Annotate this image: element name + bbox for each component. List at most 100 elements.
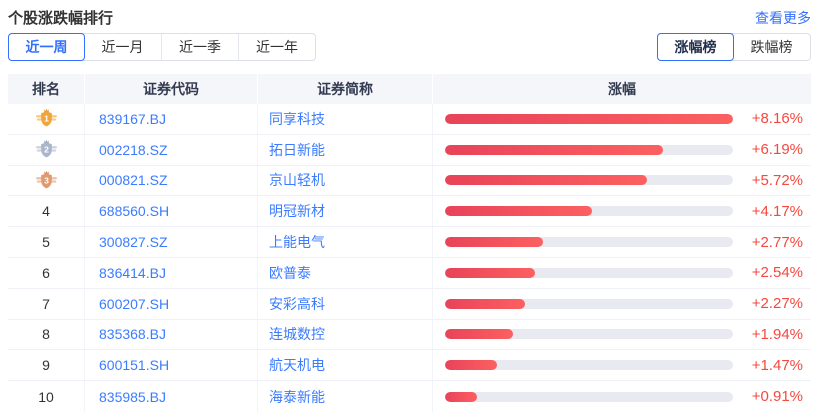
stock-code-link[interactable]: 002218.SZ [85,134,258,165]
ranking-table: 排名 证券代码 证券简称 涨幅 1 839167.BJ 同享科技 +8.16% … [8,74,811,412]
table-row[interactable]: 8 835368.BJ 连城数控 +1.94% [8,319,811,351]
rank-cell: 6 [8,257,85,288]
change-bar [445,267,535,278]
rank-cell: 4 [8,196,85,227]
change-cell: +2.77% [433,227,811,257]
stock-name-link[interactable]: 连城数控 [258,319,433,350]
stock-ranking-widget: 个股涨跌幅排行 查看更多 近一周 近一月 近一季 近一年 涨幅榜 跌幅榜 排名 证券代码… [0,0,819,413]
rank-number: 8 [42,326,50,343]
change-bar [445,206,593,217]
column-header-name: 证券简称 [258,74,433,104]
change-bar-track [445,175,733,186]
change-percent: +1.47% [751,356,803,374]
stock-code-link[interactable]: 300827.SZ [85,227,258,257]
board-tab-1[interactable]: 跌幅榜 [733,34,810,60]
rank-cell: 1 [8,104,85,134]
change-cell: +2.27% [433,289,811,319]
change-cell: +8.16% [433,104,811,134]
stock-code-link[interactable]: 839167.BJ [85,104,258,134]
change-bar-track [445,144,733,155]
stock-name-link[interactable]: 同享科技 [258,104,433,134]
table-row[interactable]: 1 839167.BJ 同享科技 +8.16% [8,104,811,135]
change-percent: +6.19% [751,141,803,159]
stock-name-link[interactable]: 海泰新能 [258,381,433,412]
stock-name-link[interactable]: 上能电气 [258,227,433,257]
board-tab-0[interactable]: 涨幅榜 [657,33,734,61]
change-cell: +1.94% [433,320,811,350]
change-percent: +2.27% [751,295,803,313]
change-bar [445,237,543,248]
period-tab-2[interactable]: 近一季 [161,34,238,60]
svg-text:1: 1 [44,114,49,124]
table-row[interactable]: 4 688560.SH 明冠新材 +4.17% [8,196,811,228]
change-percent: +8.16% [751,110,803,128]
change-percent: +4.17% [751,202,803,220]
page-title: 个股涨跌幅排行 [8,10,114,27]
period-tab-group: 近一周 近一月 近一季 近一年 [8,33,316,61]
table-row[interactable]: 6 836414.BJ 欧普泰 +2.54% [8,257,811,289]
change-cell: +4.17% [433,196,811,226]
change-bar-track [445,113,733,124]
rank-medal-bronze-icon: 3 [35,170,57,189]
stock-code-link[interactable]: 600151.SH [85,350,258,381]
rank-number: 6 [42,264,50,281]
change-bar-track [445,391,733,402]
stock-code-link[interactable]: 835985.BJ [85,381,258,412]
change-cell: +0.91% [433,381,811,412]
table-row[interactable]: 10 835985.BJ 海泰新能 +0.91% [8,381,811,412]
period-tab-0[interactable]: 近一周 [8,33,85,61]
table-row[interactable]: 9 600151.SH 航天机电 +1.47% [8,350,811,382]
rank-medal-gold-icon: 1 [35,109,57,127]
change-bar [445,144,664,155]
change-bar-track [445,237,733,248]
table-body: 1 839167.BJ 同享科技 +8.16% 2 002218.SZ 拓日新能… [8,104,811,412]
change-percent: +2.77% [751,233,803,251]
view-more-link[interactable]: 查看更多 [755,8,811,28]
table-row[interactable]: 2 002218.SZ 拓日新能 +6.19% [8,134,811,166]
rank-cell: 2 [8,134,85,165]
stock-name-link[interactable]: 安彩高科 [258,288,433,319]
stock-code-link[interactable]: 835368.BJ [85,319,258,350]
period-tab-3[interactable]: 近一年 [238,34,315,60]
change-bar [445,298,526,309]
rank-medal-silver-icon: 2 [35,140,57,158]
stock-name-link[interactable]: 航天机电 [258,350,433,381]
board-tab-group: 涨幅榜 跌幅榜 [657,33,811,61]
change-bar [445,329,514,340]
stock-name-link[interactable]: 欧普泰 [258,257,433,288]
rank-cell: 3 [8,165,85,196]
table-header-row: 排名 证券代码 证券简称 涨幅 [8,74,811,104]
rank-number: 10 [38,388,54,405]
stock-code-link[interactable]: 000821.SZ [85,165,258,196]
table-row[interactable]: 5 300827.SZ 上能电气 +2.77% [8,227,811,258]
rank-number: 5 [42,234,50,251]
change-cell: +1.47% [433,350,811,380]
change-cell: +2.54% [433,258,811,288]
stock-name-link[interactable]: 拓日新能 [258,134,433,165]
widget-header: 个股涨跌幅排行 查看更多 [8,0,811,28]
column-header-code: 证券代码 [85,74,258,104]
change-bar [445,175,647,186]
change-cell: +5.72% [433,166,811,196]
rank-number: 4 [42,203,50,220]
table-row[interactable]: 7 600207.SH 安彩高科 +2.27% [8,288,811,320]
rank-cell: 7 [8,288,85,319]
change-bar-track [445,206,733,217]
change-percent: +0.91% [751,388,803,406]
change-bar [445,360,497,371]
stock-code-link[interactable]: 688560.SH [85,196,258,227]
change-bar-track [445,267,733,278]
change-bar-track [445,298,733,309]
column-header-rank: 排名 [8,74,85,104]
rank-number: 9 [42,357,50,374]
svg-text:2: 2 [44,145,49,155]
period-tab-1[interactable]: 近一月 [84,34,161,60]
stock-code-link[interactable]: 836414.BJ [85,257,258,288]
stock-name-link[interactable]: 京山轻机 [258,165,433,196]
stock-code-link[interactable]: 600207.SH [85,288,258,319]
stock-name-link[interactable]: 明冠新材 [258,196,433,227]
rank-cell: 9 [8,350,85,381]
table-row[interactable]: 3 000821.SZ 京山轻机 +5.72% [8,165,811,197]
column-header-change: 涨幅 [608,81,636,97]
change-bar-track [445,360,733,371]
